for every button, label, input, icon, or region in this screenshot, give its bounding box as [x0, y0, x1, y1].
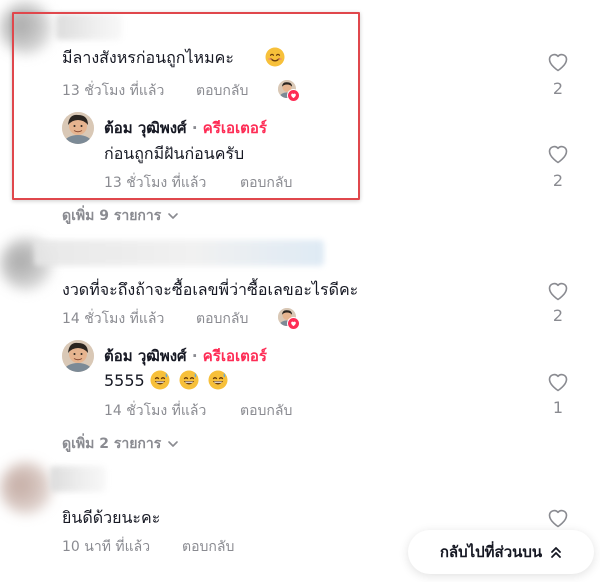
commenter-avatar[interactable]: [0, 462, 52, 514]
like-heart-icon[interactable]: [546, 50, 570, 74]
like-heart-icon[interactable]: [546, 506, 570, 530]
highlight-annotation-box: [12, 12, 360, 200]
grinning-sweat-emoji-icon: [150, 370, 170, 390]
grinning-sweat-emoji-icon: [208, 370, 228, 390]
chevron-down-icon: [168, 441, 179, 447]
view-more-replies-button[interactable]: ดูเพิ่ม 9 รายการ: [62, 205, 179, 227]
like-heart-icon[interactable]: [546, 279, 570, 303]
reply-text-line: 5555: [104, 370, 228, 390]
comment-text: ยินดีด้วยนะคะ: [62, 508, 161, 527]
commenter-name[interactable]: [50, 466, 106, 492]
separator-dot: ·: [191, 347, 198, 365]
double-chevron-up-icon: [551, 547, 562, 558]
heart-badge-icon: [287, 317, 300, 330]
back-to-top-label: กลับไปที่ส่วนบน: [439, 543, 543, 561]
reply-author-line: ต้อม วุฒิพงศ์ · ครีเอเตอร์: [104, 344, 267, 368]
like-heart-icon[interactable]: [546, 370, 570, 394]
reply-button[interactable]: ตอบกลับ: [240, 400, 292, 422]
reply-timestamp: 14 ชั่วโมง ที่แล้ว: [104, 403, 207, 419]
creator-badge: ครีเอเตอร์: [202, 347, 267, 365]
reply-button[interactable]: ตอบกลับ: [182, 536, 234, 558]
view-more-label: ดูเพิ่ม 2 รายการ: [62, 436, 162, 452]
grinning-sweat-emoji-icon: [179, 370, 199, 390]
view-more-replies-button[interactable]: ดูเพิ่ม 2 รายการ: [62, 433, 179, 455]
like-heart-icon[interactable]: [546, 142, 570, 166]
back-to-top-button[interactable]: กลับไปที่ส่วนบน: [408, 530, 594, 574]
like-count: 2: [552, 171, 564, 190]
creator-avatar[interactable]: [62, 340, 94, 372]
comment-text: งวดที่จะถึงถ้าจะซื้อเลขพี่ว่าซื้อเลขอะไร…: [62, 280, 359, 299]
reply-text: 5555: [104, 371, 145, 390]
like-count: 1: [552, 398, 564, 417]
like-count: 2: [552, 306, 564, 325]
chevron-down-icon: [168, 213, 179, 219]
reply-button[interactable]: ตอบกลับ: [196, 308, 248, 330]
comment-timestamp: 14 ชั่วโมง ที่แล้ว: [62, 311, 165, 327]
like-count: 2: [552, 79, 564, 98]
creator-name[interactable]: ต้อม วุฒิพงศ์: [104, 347, 187, 365]
creator-liked-badge: [278, 308, 300, 330]
comment-timestamp: 10 นาที ที่แล้ว: [62, 539, 151, 555]
commenter-name[interactable]: [34, 240, 324, 266]
view-more-label: ดูเพิ่ม 9 รายการ: [62, 208, 162, 224]
